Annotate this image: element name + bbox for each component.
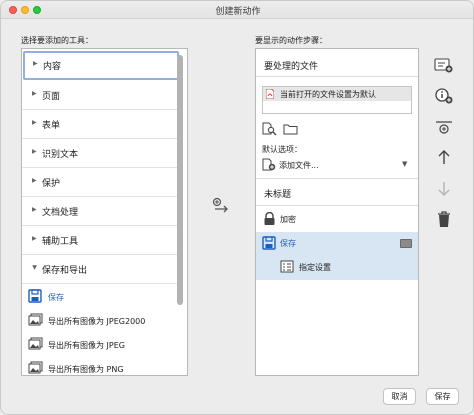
add-file-label: 添加文件... xyxy=(279,161,319,170)
tool-label: 导出所有图像为 JPEG2000 xyxy=(48,317,146,326)
tool-export-png[interactable]: 导出所有图像为 PNG xyxy=(28,359,180,375)
default-options-label: 默认选项： xyxy=(262,145,302,154)
files-heading: 要处理的文件 xyxy=(264,62,319,72)
disclosure-arrow-icon: ▶ xyxy=(32,235,37,242)
steps-section-label: 要显示的动作步骤： xyxy=(255,36,327,45)
file-list-item[interactable]: 当前打开的文件设置为默认 xyxy=(263,87,411,101)
divider xyxy=(256,205,418,206)
disclosure-arrow-icon: ▶ xyxy=(30,265,38,270)
create-action-dialog: 创建新动作 选择要添加的工具： ▶ 内容 ▶ 页面 ▶ 表单 ▶ 识别文本 ▶ … xyxy=(0,0,474,415)
insert-instruction-icon[interactable] xyxy=(433,87,455,105)
tool-label: 保存 xyxy=(48,293,64,302)
disclosure-arrow-icon: ▶ xyxy=(33,60,38,67)
category-recognize-text[interactable]: ▶ 识别文本 xyxy=(22,139,180,168)
tool-export-jpeg[interactable]: 导出所有图像为 JPEG xyxy=(28,335,180,357)
step-encrypt[interactable]: 加密 xyxy=(256,207,418,231)
add-file-icon xyxy=(262,158,276,171)
insert-stop-icon[interactable] xyxy=(433,56,455,74)
tool-export-jpeg2000[interactable]: 导出所有图像为 JPEG2000 xyxy=(28,311,180,333)
export-images-icon xyxy=(28,337,43,350)
trash-icon[interactable] xyxy=(433,210,455,228)
untitled-heading: 未标题 xyxy=(264,190,292,200)
search-file-icon[interactable] xyxy=(262,122,277,136)
chevron-down-icon: ▼ xyxy=(402,160,408,168)
category-protect[interactable]: ▶ 保护 xyxy=(22,168,180,197)
window-title: 创建新动作 xyxy=(215,7,261,17)
category-label: 内容 xyxy=(43,62,62,72)
tool-label: 导出所有图像为 PNG xyxy=(48,365,124,374)
category-label: 保护 xyxy=(42,179,61,189)
move-up-icon[interactable] xyxy=(433,148,455,166)
folder-icon[interactable] xyxy=(283,122,298,136)
export-images-icon xyxy=(28,313,43,326)
add-file-dropdown[interactable]: 添加文件... ▼ xyxy=(262,158,412,174)
category-label: 辅助工具 xyxy=(42,237,79,247)
settings-list-icon xyxy=(280,260,294,273)
step-save[interactable]: 保存 xyxy=(256,232,418,254)
save-button[interactable]: 保存 xyxy=(426,388,459,405)
move-down-icon[interactable] xyxy=(433,180,455,198)
action-steps-panel: 要处理的文件 当前打开的文件设置为默认 默认选项： 添加文件... ▼ 未标题 … xyxy=(255,48,419,376)
save-disk-icon xyxy=(28,289,42,303)
step-label: 加密 xyxy=(280,215,296,224)
category-label: 识别文本 xyxy=(42,150,79,160)
disclosure-arrow-icon: ▶ xyxy=(32,119,37,126)
step-save-group[interactable]: 保存 指定设置 xyxy=(256,232,418,280)
disclosure-arrow-icon: ▶ xyxy=(32,177,37,184)
category-label: 表单 xyxy=(42,121,61,131)
category-content[interactable]: ▶ 内容 xyxy=(23,51,179,80)
save-disk-icon xyxy=(262,236,276,250)
step-options-button[interactable] xyxy=(400,239,412,248)
export-images-icon xyxy=(28,361,43,374)
tools-list[interactable]: ▶ 内容 ▶ 页面 ▶ 表单 ▶ 识别文本 ▶ 保护 ▶ 文档处理 ▶ 辅助工具… xyxy=(21,48,188,376)
step-label: 保存 xyxy=(280,239,296,248)
divider xyxy=(256,76,418,77)
category-forms[interactable]: ▶ 表单 xyxy=(22,110,180,139)
category-document-processing[interactable]: ▶ 文档处理 xyxy=(22,197,180,226)
add-to-steps-icon[interactable] xyxy=(212,197,230,213)
step-label: 指定设置 xyxy=(299,263,331,272)
title-bar: 创建新动作 xyxy=(1,1,473,19)
divider xyxy=(256,178,418,179)
tool-label: 导出所有图像为 JPEG xyxy=(48,341,125,350)
file-item-label: 当前打开的文件设置为默认 xyxy=(280,90,376,99)
tools-section-label: 选择要添加的工具： xyxy=(21,36,93,45)
category-label: 保存和导出 xyxy=(42,266,88,276)
pdf-file-icon xyxy=(266,89,274,99)
category-save-export[interactable]: ▶ 保存和导出 xyxy=(22,255,180,284)
category-pages[interactable]: ▶ 页面 xyxy=(22,81,180,110)
disclosure-arrow-icon: ▶ xyxy=(32,206,37,213)
disclosure-arrow-icon: ▶ xyxy=(32,90,37,97)
category-label: 文档处理 xyxy=(42,208,79,218)
step-specify-settings[interactable]: 指定设置 xyxy=(256,256,418,278)
files-list[interactable]: 当前打开的文件设置为默认 xyxy=(262,86,412,114)
category-label: 页面 xyxy=(42,92,61,102)
tools-list-scrollbar[interactable] xyxy=(177,55,183,305)
insert-separator-icon[interactable] xyxy=(433,119,455,137)
tool-save[interactable]: 保存 xyxy=(28,287,180,309)
cancel-button[interactable]: 取消 xyxy=(383,388,416,405)
disclosure-arrow-icon: ▶ xyxy=(32,148,37,155)
category-accessibility[interactable]: ▶ 辅助工具 xyxy=(22,226,180,255)
lock-icon xyxy=(264,212,275,225)
